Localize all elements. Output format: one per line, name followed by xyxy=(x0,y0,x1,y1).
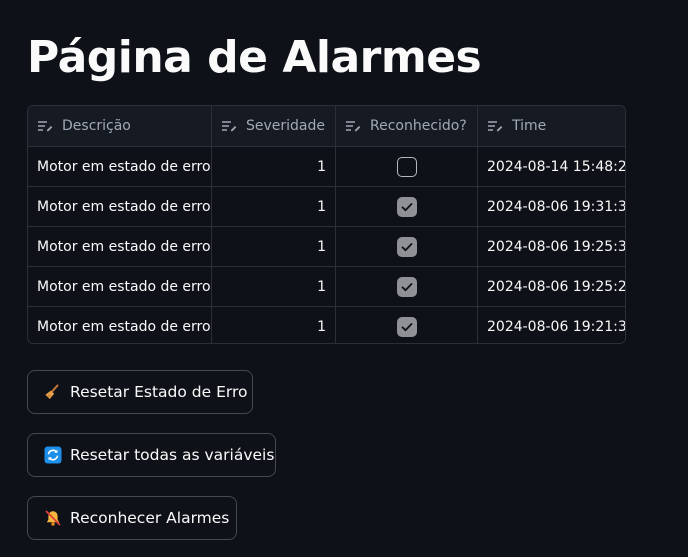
cell-reconhecido[interactable] xyxy=(336,147,478,186)
checkmark-icon xyxy=(401,282,412,291)
cell-descricao[interactable]: Motor em estado de erro! xyxy=(28,267,212,306)
column-label: Descrição xyxy=(62,118,131,134)
cell-time[interactable]: 2024-08-06 19:31:39 xyxy=(478,187,625,226)
text-column-icon xyxy=(346,121,361,132)
cell-severidade[interactable]: 1 xyxy=(212,187,336,226)
table-row: Motor em estado de erro! 1 2024-08-06 19… xyxy=(28,307,625,343)
arrows-refresh-icon xyxy=(44,446,62,464)
checkmark-icon xyxy=(401,202,412,211)
reset-all-button[interactable]: Resetar todas as variáveis xyxy=(27,433,276,477)
table-row: Motor em estado de erro! 1 2024-08-06 19… xyxy=(28,187,625,227)
alarm-page: Página de Alarmes Descrição Severidade R… xyxy=(0,0,688,557)
text-column-icon xyxy=(222,121,237,132)
column-label: Time xyxy=(512,118,547,134)
checkmark-icon xyxy=(401,322,412,331)
cell-time[interactable]: 2024-08-06 19:21:30 xyxy=(478,307,625,343)
page-title: Página de Alarmes xyxy=(27,32,482,83)
text-column-icon xyxy=(488,121,503,132)
checkmark-icon xyxy=(401,242,412,251)
cell-reconhecido[interactable] xyxy=(336,267,478,306)
text-column-icon xyxy=(38,121,53,132)
cell-reconhecido[interactable] xyxy=(336,227,478,266)
cell-reconhecido[interactable] xyxy=(336,187,478,226)
cell-time[interactable]: 2024-08-14 15:48:24 xyxy=(478,147,625,186)
acknowledged-checkbox[interactable] xyxy=(396,156,417,177)
cell-descricao[interactable]: Motor em estado de erro! xyxy=(28,227,212,266)
column-header-severidade[interactable]: Severidade xyxy=(212,106,336,146)
acknowledged-checkbox[interactable] xyxy=(396,196,417,217)
cell-descricao[interactable]: Motor em estado de erro! xyxy=(28,307,212,343)
table-row: Motor em estado de erro! 1 2024-08-06 19… xyxy=(28,227,625,267)
acknowledged-checkbox[interactable] xyxy=(396,236,417,257)
column-label: Reconhecido? xyxy=(370,118,467,134)
cell-descricao[interactable]: Motor em estado de erro! xyxy=(28,187,212,226)
column-label: Severidade xyxy=(246,118,326,134)
cell-severidade[interactable]: 1 xyxy=(212,267,336,306)
alarms-table[interactable]: Descrição Severidade Reconhecido? Time M… xyxy=(27,105,626,344)
reset-all-label: Resetar todas as variáveis xyxy=(70,446,275,464)
reset-error-button[interactable]: Resetar Estado de Erro xyxy=(27,370,253,414)
cell-time[interactable]: 2024-08-06 19:25:22 xyxy=(478,267,625,306)
table-row: Motor em estado de erro! 1 2024-08-14 15… xyxy=(28,147,625,187)
table-header: Descrição Severidade Reconhecido? Time xyxy=(28,106,625,147)
column-header-descricao[interactable]: Descrição xyxy=(28,106,212,146)
table-row: Motor em estado de erro! 1 2024-08-06 19… xyxy=(28,267,625,307)
broom-icon xyxy=(44,383,62,401)
acknowledge-alarms-label: Reconhecer Alarmes xyxy=(70,509,230,527)
column-header-reconhecido[interactable]: Reconhecido? xyxy=(336,106,478,146)
acknowledge-alarms-button[interactable]: Reconhecer Alarmes xyxy=(27,496,237,540)
column-header-time[interactable]: Time xyxy=(478,106,625,146)
reset-error-label: Resetar Estado de Erro xyxy=(70,383,248,401)
acknowledged-checkbox[interactable] xyxy=(396,316,417,337)
cell-time[interactable]: 2024-08-06 19:25:36 xyxy=(478,227,625,266)
cell-severidade[interactable]: 1 xyxy=(212,227,336,266)
acknowledged-checkbox[interactable] xyxy=(396,276,417,297)
cell-descricao[interactable]: Motor em estado de erro! xyxy=(28,147,212,186)
bell-off-icon xyxy=(44,509,62,527)
cell-reconhecido[interactable] xyxy=(336,307,478,343)
cell-severidade[interactable]: 1 xyxy=(212,147,336,186)
cell-severidade[interactable]: 1 xyxy=(212,307,336,343)
